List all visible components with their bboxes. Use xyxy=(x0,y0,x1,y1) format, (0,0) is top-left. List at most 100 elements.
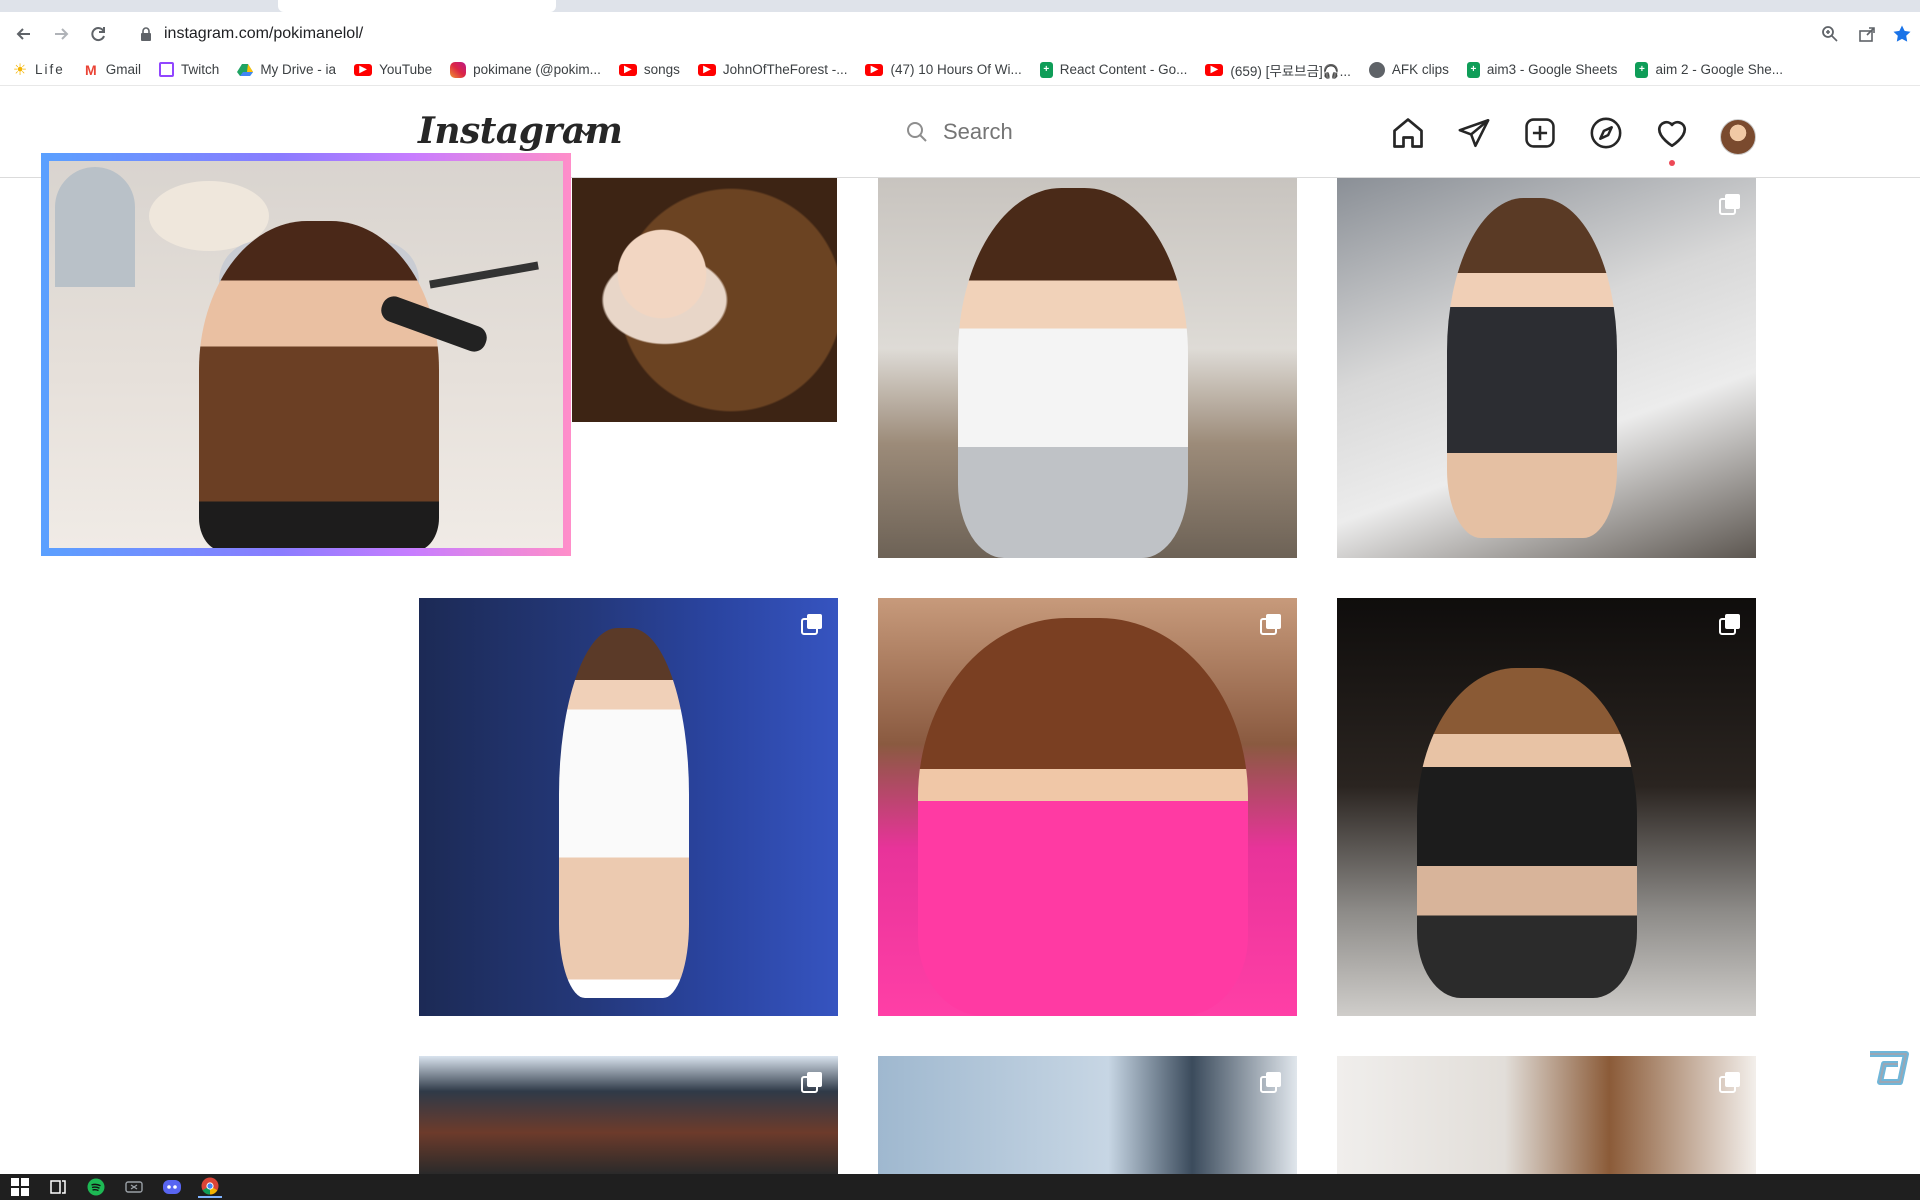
streamer xyxy=(199,221,439,548)
share-button[interactable] xyxy=(1855,22,1879,46)
webcam-feed xyxy=(49,161,563,548)
wall-art xyxy=(149,181,269,251)
youtube-icon: ▶ xyxy=(865,63,884,76)
post-thumbnail[interactable] xyxy=(1337,598,1756,1016)
bookmark-pokimane-instagram[interactable]: pokimane (@pokim... xyxy=(450,61,601,78)
bookmark-label: songs xyxy=(643,62,680,77)
bookmark-aim2[interactable]: + aim 2 - Google She... xyxy=(1635,61,1784,78)
home-button[interactable] xyxy=(1389,114,1427,152)
bookmark-aim3[interactable]: + aim3 - Google Sheets xyxy=(1466,61,1617,78)
post-thumbnail[interactable] xyxy=(572,178,837,422)
multiple-images-icon xyxy=(1260,1072,1281,1093)
reload-icon xyxy=(91,27,105,42)
discord-icon[interactable] xyxy=(160,1176,184,1198)
windows-taskbar xyxy=(0,1174,1920,1200)
post-thumbnail[interactable] xyxy=(1337,1056,1756,1174)
bookmark-gmail[interactable]: M Gmail xyxy=(83,62,141,78)
compass-icon xyxy=(1590,117,1622,149)
bookmark-afk-clips[interactable]: AFK clips xyxy=(1368,61,1449,78)
browser-tab-active[interactable] xyxy=(278,0,556,12)
home-icon xyxy=(1393,118,1423,148)
webcam-overlay xyxy=(41,153,571,556)
new-post-button[interactable] xyxy=(1521,114,1559,152)
bookmarks-bar: ☀ Life M Gmail Twitch My Drive - ia ▶ Yo… xyxy=(0,54,1920,86)
post-thumbnail[interactable] xyxy=(1337,178,1756,558)
bookmark-label: Gmail xyxy=(105,62,142,77)
multiple-images-icon xyxy=(801,1072,822,1093)
bookmark-star-button[interactable] xyxy=(1890,22,1914,46)
bookmark-label: Twitch xyxy=(181,62,220,77)
forward-button[interactable] xyxy=(47,20,75,48)
explore-button[interactable] xyxy=(1587,114,1625,152)
zoom-icon xyxy=(1822,26,1838,42)
bookmark-label: pokimane (@pokim... xyxy=(473,62,601,77)
browser-tab-strip xyxy=(0,0,1920,12)
bookmark-johnoftheforest[interactable]: ▶ JohnOfTheForest -... xyxy=(697,62,848,77)
multiple-images-icon xyxy=(1719,614,1740,635)
back-arrow-icon xyxy=(16,28,30,40)
multiple-images-icon xyxy=(801,614,822,635)
bookmark-label: My Drive - ia xyxy=(260,62,337,77)
bookmark-10-hours[interactable]: ▶ (47) 10 Hours Of Wi... xyxy=(865,62,1022,77)
shelf xyxy=(55,167,135,287)
post-thumbnail[interactable] xyxy=(878,178,1297,558)
post-thumbnail[interactable] xyxy=(419,1056,838,1174)
heart-icon xyxy=(1657,120,1687,148)
youtube-icon: ▶ xyxy=(1205,63,1224,76)
activity-button[interactable] xyxy=(1653,114,1691,152)
bookmark-life[interactable]: ☀ Life xyxy=(12,61,65,79)
xbox-icon[interactable] xyxy=(122,1176,146,1198)
search-icon xyxy=(907,122,927,142)
spotify-icon[interactable] xyxy=(84,1176,108,1198)
profile-avatar[interactable] xyxy=(1720,119,1756,155)
post-thumbnail[interactable] xyxy=(878,1056,1297,1174)
post-thumbnail[interactable] xyxy=(419,598,838,1016)
multiple-images-icon xyxy=(1719,194,1740,215)
bookmark-twitch[interactable]: Twitch xyxy=(159,62,219,77)
share-icon xyxy=(1859,27,1875,42)
bookmark-label: YouTube xyxy=(379,62,433,77)
bookmark-my-drive[interactable]: My Drive - ia xyxy=(237,62,336,78)
mic-arm xyxy=(429,261,539,289)
post-subject xyxy=(958,188,1188,558)
bookmark-659-music[interactable]: ▶ (659) [무료브금]🎧... xyxy=(1205,60,1351,80)
youtube-icon: ▶ xyxy=(354,63,373,76)
star-icon xyxy=(1893,25,1911,42)
multiple-images-icon xyxy=(1719,1072,1740,1093)
task-view-icon[interactable] xyxy=(46,1176,70,1198)
bookmark-label: (659) [무료브금]🎧... xyxy=(1230,63,1351,79)
bookmark-songs[interactable]: ▶ songs xyxy=(618,62,680,77)
youtube-icon: ▶ xyxy=(618,63,637,76)
post-thumbnail[interactable] xyxy=(878,598,1297,1016)
windows-start-icon[interactable] xyxy=(8,1176,32,1198)
multiple-images-icon xyxy=(1260,614,1281,635)
paper-plane-icon xyxy=(1458,118,1490,148)
youtube-icon: ▶ xyxy=(697,63,716,76)
direct-messages-button[interactable] xyxy=(1455,114,1493,152)
url-text[interactable]: instagram.com/pokimanelol/ xyxy=(164,25,363,43)
sheets-icon: + xyxy=(1635,61,1649,78)
forward-arrow-icon xyxy=(55,28,69,40)
zoom-button[interactable] xyxy=(1818,22,1842,46)
sun-icon: ☀ xyxy=(12,61,28,79)
chrome-icon[interactable] xyxy=(198,1176,222,1198)
sheets-icon: + xyxy=(1039,61,1053,78)
back-button[interactable] xyxy=(10,20,38,48)
search-bar[interactable] xyxy=(905,112,1175,152)
bookmark-label: AFK clips xyxy=(1391,62,1449,77)
bookmark-label: React Content - Go... xyxy=(1059,62,1188,77)
gmail-icon: M xyxy=(84,61,97,78)
instagram-icon xyxy=(450,61,467,78)
bookmark-label: aim 2 - Google She... xyxy=(1655,62,1784,77)
bookmark-youtube[interactable]: ▶ YouTube xyxy=(354,62,432,77)
reload-button[interactable] xyxy=(84,20,112,48)
post-subject xyxy=(1447,198,1617,538)
address-bar[interactable]: instagram.com/pokimanelol/ xyxy=(128,18,1788,50)
bookmark-react-content[interactable]: + React Content - Go... xyxy=(1039,61,1188,78)
post-subject xyxy=(918,618,1248,1016)
bookmark-label: JohnOfTheForest -... xyxy=(722,62,848,77)
sheets-icon: + xyxy=(1466,61,1480,78)
chevron-down-icon[interactable] xyxy=(578,124,594,140)
bookmark-label: Life xyxy=(35,62,65,77)
search-input[interactable] xyxy=(943,119,1143,145)
